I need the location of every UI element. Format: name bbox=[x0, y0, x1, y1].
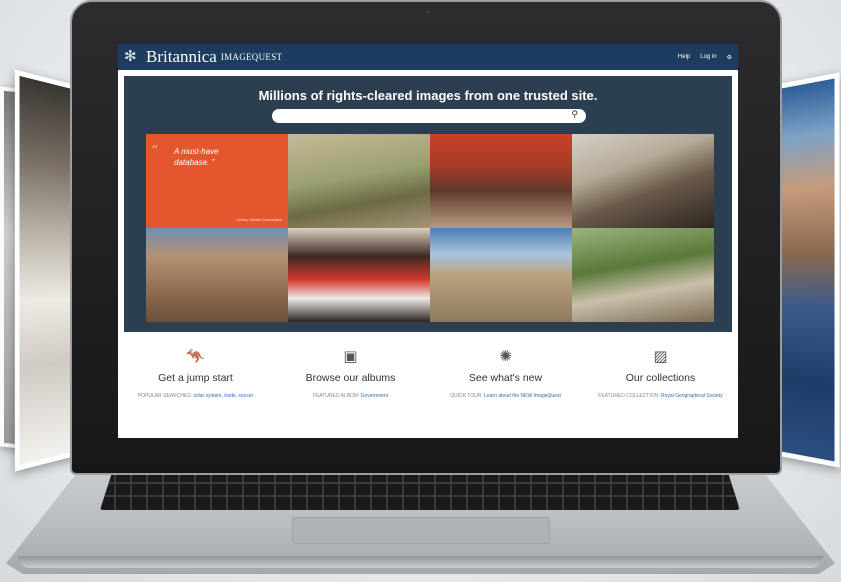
feature-subtext: QUICK TOUR: Learn about the NEW ImageQue… bbox=[428, 393, 583, 400]
testimonial-text: A must-have database. ” bbox=[174, 146, 254, 168]
search-input[interactable]: ⚲ bbox=[272, 109, 586, 123]
feature-albums[interactable]: ▣ Browse our albums FEATURED ALBUM: Gove… bbox=[273, 338, 428, 438]
great-wall-red-sky-image[interactable] bbox=[430, 134, 572, 228]
login-link[interactable]: Log in bbox=[700, 54, 716, 60]
left-photo-print bbox=[14, 69, 79, 472]
great-wall-painting-image[interactable] bbox=[288, 134, 430, 228]
feature-subtext: FEATURED COLLECTION: Royal Geographical … bbox=[583, 393, 738, 400]
quick-tour-link[interactable]: Learn about the NEW ImageQuest bbox=[484, 393, 561, 399]
great-wall-battlement-image[interactable] bbox=[146, 228, 288, 322]
feature-title[interactable]: Our collections bbox=[583, 372, 738, 384]
feature-whats-new[interactable]: ✺ See what's new QUICK TOUR: Learn about… bbox=[428, 338, 583, 438]
testimonial-attribution: Library Media Connection bbox=[236, 217, 282, 222]
album-icon: ▣ bbox=[343, 348, 358, 365]
feature-title[interactable]: See what's new bbox=[428, 372, 583, 384]
featured-album-link[interactable]: Government bbox=[361, 393, 389, 399]
feature-row: 🦘 Get a jump start POPULAR SEARCHES: sol… bbox=[118, 338, 738, 438]
feature-prefix: FEATURED ALBUM: bbox=[312, 393, 360, 399]
search-icon[interactable]: ⚲ bbox=[571, 109, 578, 120]
top-navigation-bar: ✻ Britannica IMAGEQUEST Help Log in ⚙ bbox=[118, 44, 738, 70]
hero-section: Millions of rights-cleared images from o… bbox=[124, 76, 732, 332]
quote-close-mark: ” bbox=[211, 158, 215, 167]
feature-prefix: QUICK TOUR: bbox=[450, 393, 483, 399]
popular-searches-link[interactable]: solar system, trade, soccer bbox=[193, 393, 253, 399]
image-icon: ▨ bbox=[653, 348, 668, 365]
laptop-trackpad bbox=[292, 517, 550, 544]
quote-open-mark: “ bbox=[152, 141, 158, 156]
hero-title: Millions of rights-cleared images from o… bbox=[258, 88, 598, 103]
laptop-keyboard bbox=[100, 470, 740, 510]
image-mosaic: “ A must-have database. ” Library Media … bbox=[146, 134, 714, 322]
help-link[interactable]: Help bbox=[678, 54, 690, 60]
featured-collection-link[interactable]: Royal Geographical Society bbox=[661, 393, 723, 399]
sun-icon: ✺ bbox=[499, 348, 512, 365]
feature-jump-start[interactable]: 🦘 Get a jump start POPULAR SEARCHES: sol… bbox=[118, 338, 273, 438]
kangaroo-icon: 🦘 bbox=[186, 348, 205, 365]
feature-prefix: FEATURED COLLECTION: bbox=[598, 393, 660, 399]
testimonial-tile: “ A must-have database. ” Library Media … bbox=[146, 134, 288, 228]
great-wall-steps-image[interactable] bbox=[430, 228, 572, 322]
webcam bbox=[426, 10, 430, 14]
laptop-base-edge bbox=[18, 556, 823, 568]
feature-title[interactable]: Get a jump start bbox=[118, 372, 273, 384]
britannica-thistle-logo-icon[interactable]: ✻ bbox=[124, 48, 144, 66]
crowd-visit-image[interactable] bbox=[572, 134, 714, 228]
feature-subtext: POPULAR SEARCHES: solar system, trade, s… bbox=[118, 393, 273, 400]
wedding-couple-image[interactable] bbox=[288, 228, 430, 322]
feature-subtext: FEATURED ALBUM: Government bbox=[273, 393, 428, 400]
laptop-screen: ✻ Britannica IMAGEQUEST Help Log in ⚙ Mi… bbox=[118, 44, 738, 438]
brand-name[interactable]: Britannica bbox=[146, 47, 217, 67]
product-name[interactable]: IMAGEQUEST bbox=[221, 52, 283, 62]
feature-title[interactable]: Browse our albums bbox=[273, 372, 428, 384]
great-wall-hills-image[interactable] bbox=[572, 228, 714, 322]
feature-collections[interactable]: ▨ Our collections FEATURED COLLECTION: R… bbox=[583, 338, 738, 438]
feature-prefix: POPULAR SEARCHES: bbox=[137, 393, 193, 399]
settings-gear-icon[interactable]: ⚙ bbox=[727, 54, 732, 61]
